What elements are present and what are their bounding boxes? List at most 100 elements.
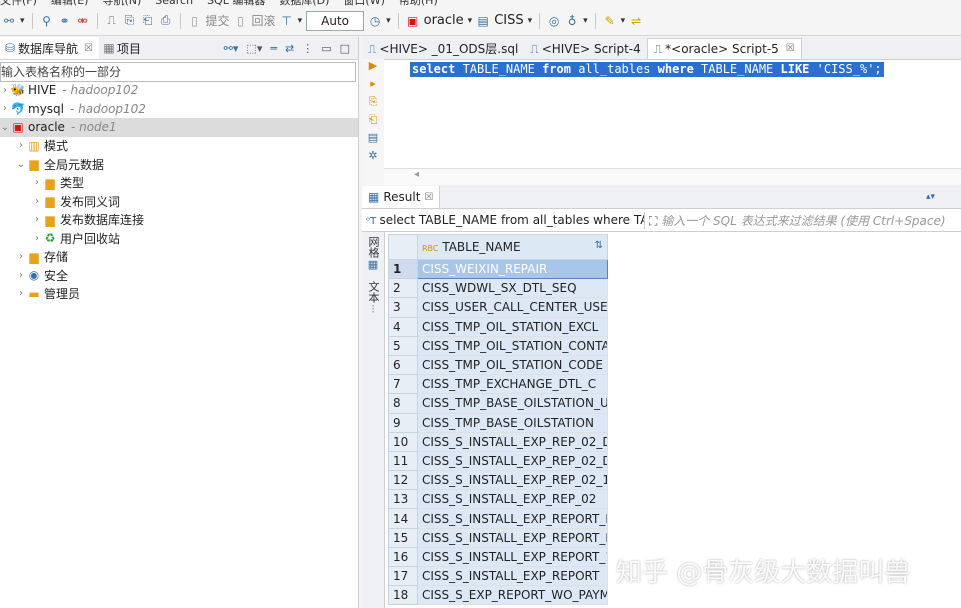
table-name-cell[interactable]: CISS_S_INSTALL_EXP_REP_02 — [417, 489, 608, 510]
transaction-mode-select[interactable]: Auto — [306, 10, 365, 31]
table-name-cell[interactable]: CISS_WDWL_SX_DTL_SEQ — [417, 278, 608, 299]
tree-node[interactable]: › ▬ 管理员 — [0, 285, 358, 304]
table-row[interactable]: 17 CISS_S_INSTALL_EXP_REPORT — [388, 565, 608, 587]
table-row[interactable]: 1 CISS_WEIXIN_REPAIR — [388, 258, 608, 280]
close-icon[interactable]: ☒ — [84, 43, 93, 54]
panel-toggle-icon[interactable]: ▴▾ — [926, 192, 935, 202]
table-row[interactable]: 16 CISS_S_INSTALL_EXP_REPORT_1 — [388, 546, 608, 568]
minimize-icon[interactable]: ▭ — [321, 42, 331, 55]
explain-plan-icon[interactable]: ⎘ — [362, 95, 384, 113]
collapse-arrow-icon[interactable]: › — [16, 140, 26, 151]
expand-icon[interactable]: ⛶ — [649, 214, 661, 228]
link-editor-icon[interactable]: ⇄ — [285, 42, 294, 55]
tree-node[interactable]: ⌄ ▆ 全局元数据 — [0, 155, 358, 174]
transaction-mode-icon[interactable]: ⊤ — [280, 14, 294, 28]
chevron-down-icon[interactable]: ▾ — [621, 16, 626, 26]
tab-result[interactable]: ▦ Result ☒ — [362, 186, 441, 208]
dashboard-icon[interactable]: ◎ — [547, 14, 561, 28]
script-recent-icon[interactable]: ⎙ — [159, 13, 173, 28]
chevron-down-icon[interactable]: ▾ — [528, 16, 533, 26]
table-name-cell[interactable]: CISS_TMP_BASE_OILSTATION_US — [417, 393, 608, 414]
new-connection-icon[interactable]: ⚯▾ — [224, 42, 239, 55]
table-name-cell[interactable]: CISS_TMP_EXCHANGE_DTL_C — [417, 374, 608, 395]
rollback-icon[interactable]: ▯ — [234, 14, 248, 28]
table-name-cell[interactable]: CISS_S_INSTALL_EXP_REPORT_DT — [417, 527, 608, 548]
commit-icon[interactable]: ▯ — [188, 14, 202, 28]
collapse-arrow-icon[interactable]: › — [16, 270, 26, 281]
table-row[interactable]: 3 CISS_USER_CALL_CENTER_USER — [388, 297, 608, 318]
tree-node[interactable]: › 🐝 HIVE - hadoop102 — [0, 81, 358, 100]
chevron-down-icon[interactable]: ▾ — [468, 16, 473, 26]
table-row[interactable]: 18 CISS_S_EXP_REPORT_WO_PAYMI — [388, 585, 608, 606]
tree-node[interactable]: › ◉ 安全 — [0, 266, 358, 285]
tree-node[interactable]: › 🐬 mysql - hadoop102 — [0, 100, 358, 119]
table-row[interactable]: 15 CISS_S_INSTALL_EXP_REPORT_DT — [388, 527, 608, 548]
collapse-arrow-icon[interactable]: › — [16, 251, 26, 262]
history-icon[interactable]: ◷ — [368, 14, 382, 28]
tree-node[interactable]: › ▆ 发布数据库连接 — [0, 211, 358, 230]
close-icon[interactable]: ☒ — [424, 192, 433, 203]
tree-node[interactable]: › ▆ 类型 — [0, 174, 358, 193]
connection-manager-icon[interactable]: ♁ — [565, 14, 579, 28]
chevron-down-icon[interactable]: ▾ — [298, 16, 303, 26]
text-view-tab[interactable]: 文本 ⫶ — [362, 271, 384, 317]
result-query-text[interactable]: ᵒT select TABLE_NAME from all_tables whe… — [362, 213, 644, 227]
table-name-cell[interactable]: CISS_S_INSTALL_EXP_REP_02_DT — [417, 431, 608, 452]
table-row[interactable]: 4 CISS_TMP_OIL_STATION_EXCL — [388, 316, 608, 337]
scroll-left-icon[interactable]: ◂ — [414, 169, 419, 180]
table-row[interactable]: 10 CISS_S_INSTALL_EXP_REP_02_DT — [388, 431, 608, 452]
tree-node[interactable]: › ♻ 用户回收站 — [0, 229, 358, 248]
output-icon[interactable]: ▤ — [362, 131, 384, 149]
table-name-cell[interactable]: CISS_TMP_OIL_STATION_CODE — [417, 354, 608, 376]
settings-icon[interactable]: ✲ — [362, 149, 384, 167]
script-new-icon[interactable]: ⎘ — [123, 13, 137, 28]
tab-oracle-script-5[interactable]: ⎍ *<oracle> Script-5 ☒ — [646, 38, 802, 59]
tab-hive-ods-sql[interactable]: ⎍ <HIVE> _01_ODS层.sql — [362, 39, 524, 59]
table-row[interactable]: 6 CISS_TMP_OIL_STATION_CODE — [388, 354, 608, 376]
sort-filter-icon[interactable]: ⇅ — [595, 240, 603, 251]
expand-arrow-icon[interactable]: ⌄ — [0, 122, 10, 133]
table-row[interactable]: 13 CISS_S_INSTALL_EXP_REP_02 — [388, 489, 608, 510]
script-icon[interactable]: ⎍ — [105, 13, 119, 28]
db-connect-icon[interactable]: ⚯ — [2, 14, 16, 28]
tree-node[interactable]: › ▆ 发布同义词 — [0, 192, 358, 211]
active-connection-select[interactable]: oracle — [424, 13, 464, 28]
plug-icon[interactable]: ⚲ — [40, 14, 54, 28]
collapse-arrow-icon[interactable]: › — [16, 288, 26, 299]
expand-arrow-icon[interactable]: ⌄ — [16, 159, 26, 170]
disconnect-all-icon[interactable]: ⚮ — [76, 14, 90, 28]
table-row[interactable]: 5 CISS_TMP_OIL_STATION_CONTA — [388, 335, 608, 356]
tree-node[interactable]: ⌄ ▣ oracle - node1 — [0, 118, 358, 137]
collapse-arrow-icon[interactable]: › — [32, 214, 42, 225]
table-name-cell[interactable]: CISS_S_INSTALL_EXP_REPORT_DT — [417, 508, 608, 529]
result-filter-input[interactable]: ⛶ 输入一个 SQL 表达式来过滤结果 (使用 Ctrl+Space) — [644, 211, 961, 229]
table-name-cell[interactable]: CISS_S_EXP_REPORT_WO_PAYMI — [417, 585, 608, 606]
tab-projects[interactable]: ▦ 项目 — [99, 40, 147, 57]
chevron-down-icon[interactable]: ▾ — [386, 16, 391, 26]
table-name-cell[interactable]: CISS_USER_CALL_CENTER_USER — [417, 297, 608, 318]
wand-icon[interactable]: ✎ — [603, 14, 617, 28]
chevron-down-icon[interactable]: ▾ — [583, 16, 588, 26]
commit-button[interactable]: 提交 — [206, 12, 230, 29]
grid-view-tab[interactable]: 网格 ▦ — [362, 232, 384, 271]
table-name-cell[interactable]: CISS_S_INSTALL_EXP_REP_02_1 — [417, 470, 608, 491]
table-row[interactable]: 8 CISS_TMP_BASE_OILSTATION_US — [388, 393, 608, 414]
disconnect-icon[interactable]: ⚭ — [58, 14, 72, 28]
table-name-cell[interactable]: CISS_TMP_BASE_OILSTATION — [417, 412, 608, 433]
collapse-arrow-icon[interactable]: › — [0, 85, 10, 96]
filter-icon[interactable]: ⬚▾ — [246, 42, 262, 55]
table-row[interactable]: 14 CISS_S_INSTALL_EXP_REPORT_DT — [388, 508, 608, 529]
execute-script-icon[interactable]: ▸ — [362, 77, 384, 95]
link-icon[interactable]: ⇌ — [629, 14, 643, 28]
table-row[interactable]: 12 CISS_S_INSTALL_EXP_REP_02_1 — [388, 470, 608, 491]
collapse-icon[interactable]: ═ — [270, 42, 277, 55]
sql-statement[interactable]: select TABLE_NAME from all_tables where … — [410, 62, 884, 77]
execute-statement-icon[interactable]: ▶ — [362, 59, 384, 77]
collapse-arrow-icon[interactable]: › — [32, 233, 42, 244]
rollback-button[interactable]: 回滚 — [252, 12, 276, 29]
chevron-down-icon[interactable]: ▾ — [20, 16, 25, 26]
tree-node[interactable]: › ▆ 存储 — [0, 248, 358, 267]
close-icon[interactable]: ☒ — [786, 39, 795, 59]
tab-hive-script-4[interactable]: ⎍ <HIVE> Script-4 — [524, 39, 646, 59]
table-row[interactable]: 11 CISS_S_INSTALL_EXP_REP_02_DT — [388, 450, 608, 472]
